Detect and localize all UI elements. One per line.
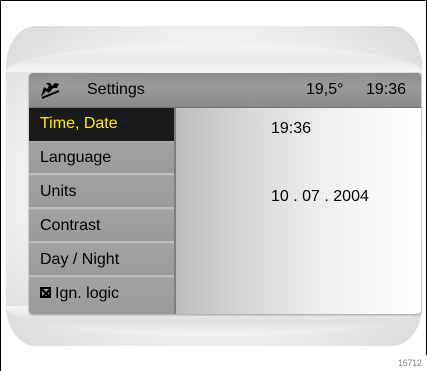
menu-item-language[interactable]: Language	[29, 142, 174, 175]
settings-wrench-icon	[41, 83, 60, 99]
date-value[interactable]: 10 . 07 . 2004	[271, 188, 369, 206]
menu-item-label: Language	[40, 149, 112, 166]
menu-item-label: Time, Date	[40, 115, 118, 132]
menu-item-time-date[interactable]: Time, Date	[29, 108, 174, 141]
menu-item-label: Contrast	[40, 217, 101, 234]
frame-top-line	[0, 0, 427, 1]
settings-menu: Time, Date Language Units Contrast Day /…	[29, 108, 174, 314]
outside-temperature: 19,5°	[306, 81, 344, 98]
menu-item-label: Units	[40, 183, 77, 200]
display-screen: Settings 19,5° 19:36 Time, Date Language…	[29, 73, 421, 314]
clock-time: 19:36	[366, 81, 407, 98]
menu-item-label: Day / Night	[40, 251, 120, 268]
checked-box-icon[interactable]	[40, 287, 51, 298]
time-value[interactable]: 19:36	[271, 120, 311, 138]
figure-id: 16712	[398, 358, 422, 368]
page-title: Settings	[87, 81, 145, 98]
menu-item-contrast[interactable]: Contrast	[29, 210, 174, 243]
menu-item-day-night[interactable]: Day / Night	[29, 244, 174, 277]
menu-item-label: Ign. logic	[55, 285, 120, 302]
menu-item-units[interactable]: Units	[29, 176, 174, 209]
menu-item-ign-logic[interactable]: Ign. logic	[29, 278, 174, 314]
frame-left-line	[0, 0, 1, 371]
title-bar: Settings 19,5° 19:36	[29, 73, 421, 108]
content-panel: 19:36 10 . 07 . 2004	[174, 108, 421, 314]
